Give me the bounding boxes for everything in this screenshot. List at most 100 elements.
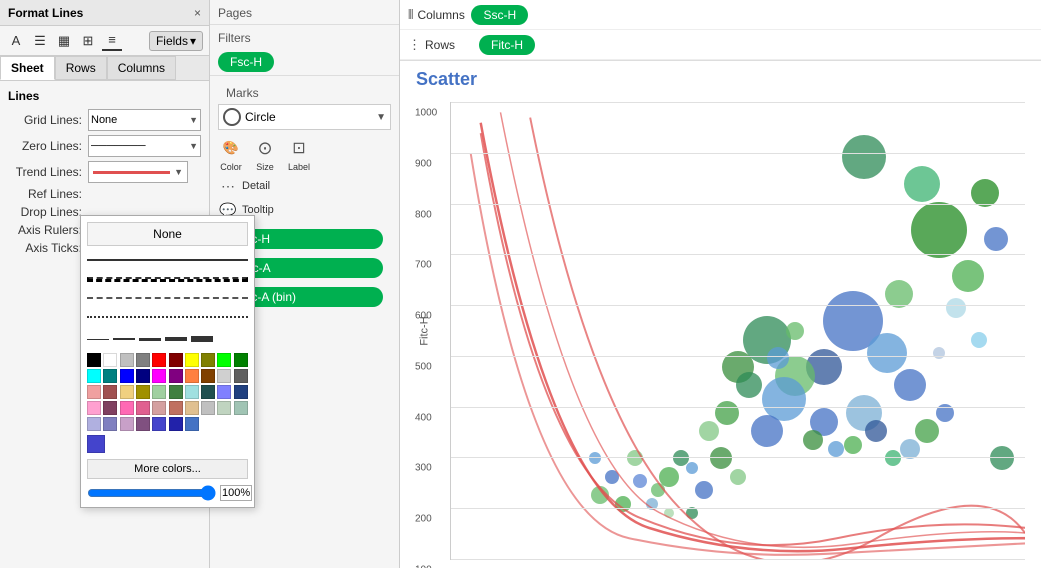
color-swatch[interactable] — [152, 417, 166, 431]
color-swatch[interactable] — [136, 385, 150, 399]
color-swatch[interactable] — [201, 369, 215, 383]
thickness-4[interactable] — [165, 331, 187, 347]
color-swatch[interactable] — [152, 369, 166, 383]
thickness-2[interactable] — [113, 331, 135, 347]
color-swatch[interactable] — [87, 401, 101, 415]
row-lines-icon[interactable]: ☰ — [30, 31, 50, 51]
color-swatch[interactable] — [103, 417, 117, 431]
color-picker-popup: None More colors... 100% — [80, 215, 255, 508]
thickness-5[interactable] — [191, 331, 213, 347]
color-swatch[interactable] — [103, 385, 117, 399]
rows-value-pill[interactable]: Fitc-H — [479, 35, 535, 55]
scatter-bubble — [885, 280, 913, 308]
color-swatch[interactable] — [87, 417, 101, 431]
color-swatch[interactable] — [169, 401, 183, 415]
color-swatch[interactable] — [152, 353, 166, 367]
color-swatch[interactable] — [234, 353, 248, 367]
color-swatch[interactable] — [234, 385, 248, 399]
color-swatch[interactable] — [185, 353, 199, 367]
color-swatch[interactable] — [120, 353, 134, 367]
mark-btn-size[interactable]: ⊙ Size — [252, 136, 278, 172]
color-swatch[interactable] — [136, 353, 150, 367]
color-swatch[interactable] — [169, 385, 183, 399]
scatter-bubble — [990, 446, 1014, 470]
color-swatch[interactable] — [136, 369, 150, 383]
scatter-bubble — [589, 452, 601, 464]
custom-color-swatch[interactable] — [87, 435, 105, 453]
line-style-options — [87, 252, 248, 325]
line-style-dot[interactable] — [87, 309, 248, 325]
marks-buttons: 🎨 Color ⊙ Size ⊡ Label — [218, 136, 391, 172]
tab-row: Sheet Rows Columns — [0, 56, 209, 81]
fields-button[interactable]: Fields ▾ — [149, 31, 203, 51]
grid-lines-select[interactable]: None — [88, 109, 201, 131]
mark-btn-detail[interactable]: ⋯ Detail — [218, 176, 391, 196]
zero-lines-select[interactable]: ─────── — [88, 135, 201, 157]
color-swatch[interactable] — [217, 401, 231, 415]
line-style-dash1[interactable] — [87, 271, 248, 287]
line-style-dash2[interactable] — [87, 290, 248, 306]
color-swatch[interactable] — [185, 417, 199, 431]
mark-btn-color[interactable]: 🎨 Color — [218, 136, 244, 172]
color-swatch[interactable] — [169, 369, 183, 383]
color-swatch[interactable] — [217, 353, 231, 367]
text-format-icon[interactable]: A — [6, 31, 26, 51]
color-swatch[interactable] — [152, 401, 166, 415]
color-none-option[interactable]: None — [87, 222, 248, 246]
color-swatch[interactable] — [201, 401, 215, 415]
close-icon[interactable]: × — [194, 6, 201, 20]
color-swatch[interactable] — [87, 385, 101, 399]
marks-title: Marks — [218, 80, 391, 104]
color-swatch[interactable] — [201, 385, 215, 399]
columns-value-pill[interactable]: Ssc-H — [471, 5, 528, 25]
lines-icon[interactable]: ≡ — [102, 31, 122, 51]
marks-type-row[interactable]: Circle ▼ — [218, 104, 391, 130]
scatter-bubble — [730, 469, 746, 485]
thickness-3[interactable] — [139, 331, 161, 347]
scatter-bubble — [699, 421, 719, 441]
trend-lines-label: Trend Lines: — [8, 165, 88, 179]
dot-line-preview — [87, 316, 248, 318]
color-swatch[interactable] — [120, 417, 134, 431]
filter-fsc-h[interactable]: Fsc-H — [218, 52, 274, 72]
color-swatch[interactable] — [120, 401, 134, 415]
color-swatch[interactable] — [185, 385, 199, 399]
color-swatch[interactable] — [87, 353, 101, 367]
color-swatch[interactable] — [169, 353, 183, 367]
grid-line — [451, 102, 1025, 103]
color-swatch[interactable] — [103, 401, 117, 415]
shading-icon[interactable]: ▦ — [54, 31, 74, 51]
tab-columns[interactable]: Columns — [107, 56, 176, 80]
table-icon[interactable]: ⊞ — [78, 31, 98, 51]
mark-btn-label[interactable]: ⊡ Label — [286, 136, 312, 172]
tab-sheet[interactable]: Sheet — [0, 56, 55, 80]
color-swatch[interactable] — [152, 385, 166, 399]
opacity-slider[interactable] — [87, 486, 216, 500]
line-style-solid[interactable] — [87, 252, 248, 268]
y-tick-label: 600 — [415, 311, 432, 322]
trend-lines-preview[interactable]: ▼ — [88, 161, 188, 183]
color-swatch[interactable] — [217, 385, 231, 399]
color-swatch[interactable] — [234, 369, 248, 383]
color-swatch[interactable] — [136, 401, 150, 415]
zero-lines-row: Zero Lines: ─────── ▼ — [8, 135, 201, 157]
color-swatch[interactable] — [103, 353, 117, 367]
columns-axis-row: ⫴ Columns Ssc-H — [400, 0, 1041, 30]
trend-lines-svg — [451, 102, 1025, 559]
thickness-1[interactable] — [87, 331, 109, 347]
color-swatch[interactable] — [185, 401, 199, 415]
format-header: Format Lines × — [0, 0, 209, 26]
color-swatch[interactable] — [169, 417, 183, 431]
color-swatch[interactable] — [87, 369, 101, 383]
color-swatch[interactable] — [103, 369, 117, 383]
tab-rows[interactable]: Rows — [55, 56, 107, 80]
more-colors-button[interactable]: More colors... — [87, 459, 248, 479]
color-swatch[interactable] — [185, 369, 199, 383]
color-swatch[interactable] — [217, 369, 231, 383]
color-swatch[interactable] — [120, 369, 134, 383]
color-swatch[interactable] — [201, 353, 215, 367]
color-swatch[interactable] — [234, 401, 248, 415]
grid-line — [451, 305, 1025, 306]
color-swatch[interactable] — [136, 417, 150, 431]
color-swatch[interactable] — [120, 385, 134, 399]
